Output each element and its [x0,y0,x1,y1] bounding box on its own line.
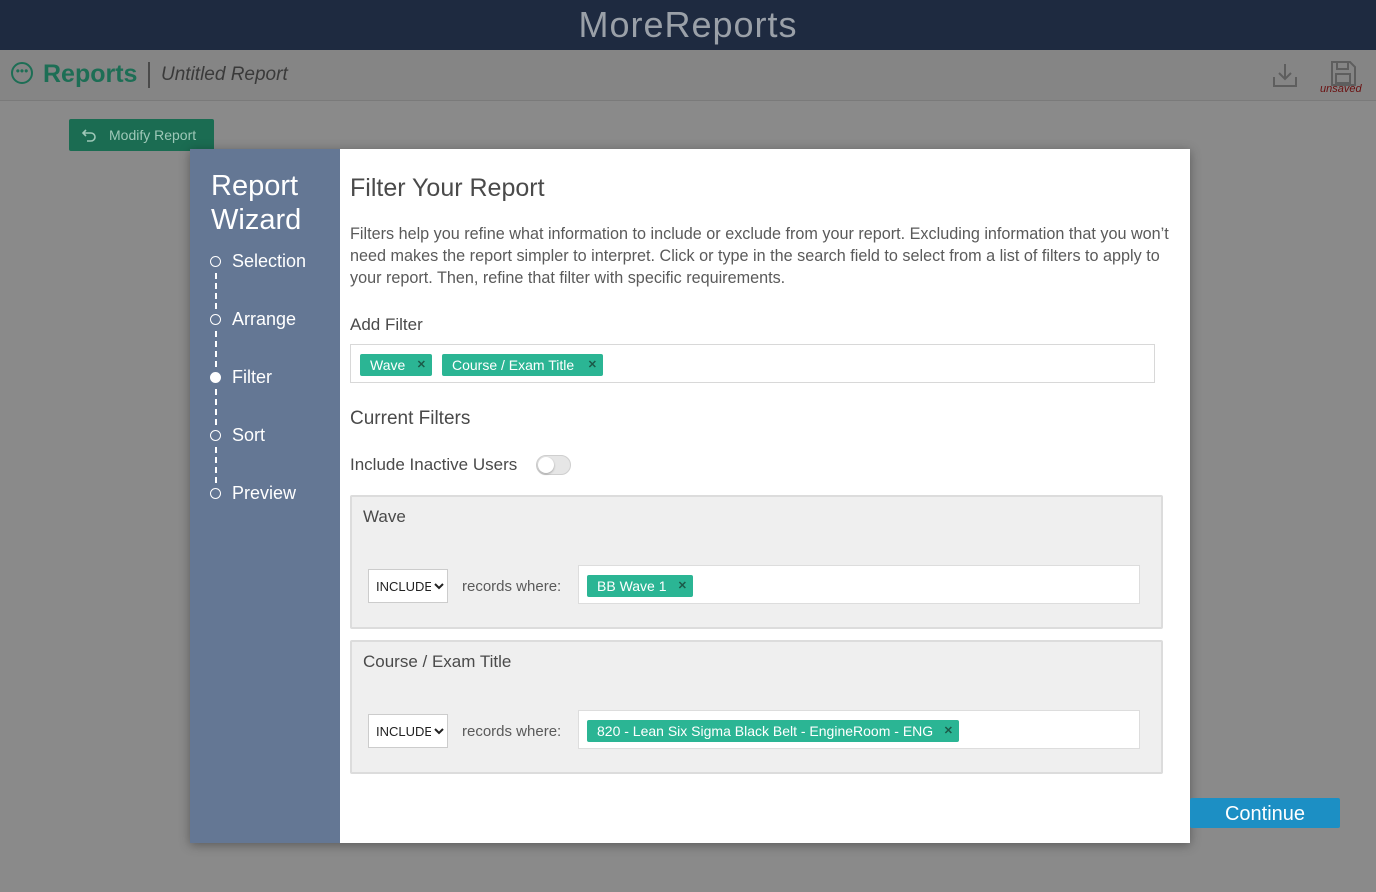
step-label: Preview [232,483,297,503]
filter-content: Filter Your Report Filters help you refi… [350,149,1340,843]
page-title: Filter Your Report [350,174,545,202]
step-label: Selection [232,251,307,271]
include-inactive-label: Include Inactive Users [350,455,518,474]
section-title[interactable]: Reports [43,60,137,89]
toggle-knob [538,457,554,473]
tag-label: BB Wave 1 [597,578,667,594]
tag-label: 820 - Lean Six Sigma Black Belt - Engine… [597,723,934,739]
value-tag[interactable]: BB Wave 1 ✕ [587,575,693,597]
filter-panel-course-exam-title: Course / Exam Title INCLUDE EXCLUDE reco… [350,640,1163,774]
step-indicator-icon [210,430,221,441]
modify-report-button[interactable]: Modify Report [69,119,214,151]
include-mode-select[interactable]: INCLUDE EXCLUDE [368,714,448,748]
remove-tag-icon[interactable]: ✕ [588,354,597,376]
filter-description: Filters help you refine what information… [350,225,1169,287]
step-connector [215,331,217,367]
step-indicator-icon [210,256,221,267]
records-where-label: records where: [462,578,562,595]
current-filters-label: Current Filters [350,408,471,429]
remove-tag-icon[interactable]: ✕ [678,575,687,597]
wizard-title-text: Report Wizard [211,170,302,236]
value-tag[interactable]: 820 - Lean Six Sigma Black Belt - Engine… [587,720,959,742]
step-connector [215,389,217,425]
filter-tag-wave[interactable]: Wave ✕ [360,354,432,376]
filter-value-input[interactable]: BB Wave 1 ✕ [578,565,1140,604]
step-indicator-icon [210,314,221,325]
step-indicator-active-icon [210,372,221,383]
report-wizard-modal: Report Wizard Selection Arrange Filter S… [190,149,1340,843]
remove-tag-icon[interactable]: ✕ [944,720,953,742]
report-name[interactable]: Untitled Report [161,64,288,86]
ellipsis-circle-icon[interactable]: ••• [11,62,33,84]
step-label: Arrange [232,309,297,329]
step-label: Sort [232,425,266,445]
records-where-label: records where: [462,723,562,740]
title-divider [148,62,150,88]
download-icon[interactable] [1270,60,1300,90]
back-arrow-icon [81,129,96,142]
step-indicator-icon [210,488,221,499]
step-connector [215,273,217,309]
filter-tag-course-exam-title[interactable]: Course / Exam Title ✕ [442,354,603,376]
include-mode-select[interactable]: INCLUDE EXCLUDE [368,569,448,603]
filter-panel-title: Wave [363,507,406,526]
add-filter-input[interactable]: Wave ✕ Course / Exam Title ✕ [350,344,1155,383]
app-title-bar: MoreReports [0,0,1376,50]
filter-value-input[interactable]: 820 - Lean Six Sigma Black Belt - Engine… [578,710,1140,749]
filter-panel-wave: Wave INCLUDE EXCLUDE records where: BB W… [350,495,1163,629]
remove-tag-icon[interactable]: ✕ [417,354,426,376]
modify-report-label: Modify Report [109,127,197,143]
add-filter-label: Add Filter [350,315,423,334]
tag-label: Course / Exam Title [452,357,575,373]
step-label: Filter [232,367,272,387]
step-connector [215,447,217,483]
continue-button[interactable]: Continue [1190,798,1340,828]
filter-panel-title: Course / Exam Title [363,652,512,671]
save-status: unsaved [1320,83,1362,95]
wizard-title: Report Wizard [211,169,321,237]
include-inactive-toggle[interactable] [536,455,571,475]
wizard-sidebar: Report Wizard Selection Arrange Filter S… [190,149,340,843]
tag-label: Wave [370,357,406,373]
app-title: MoreReports [578,4,798,45]
